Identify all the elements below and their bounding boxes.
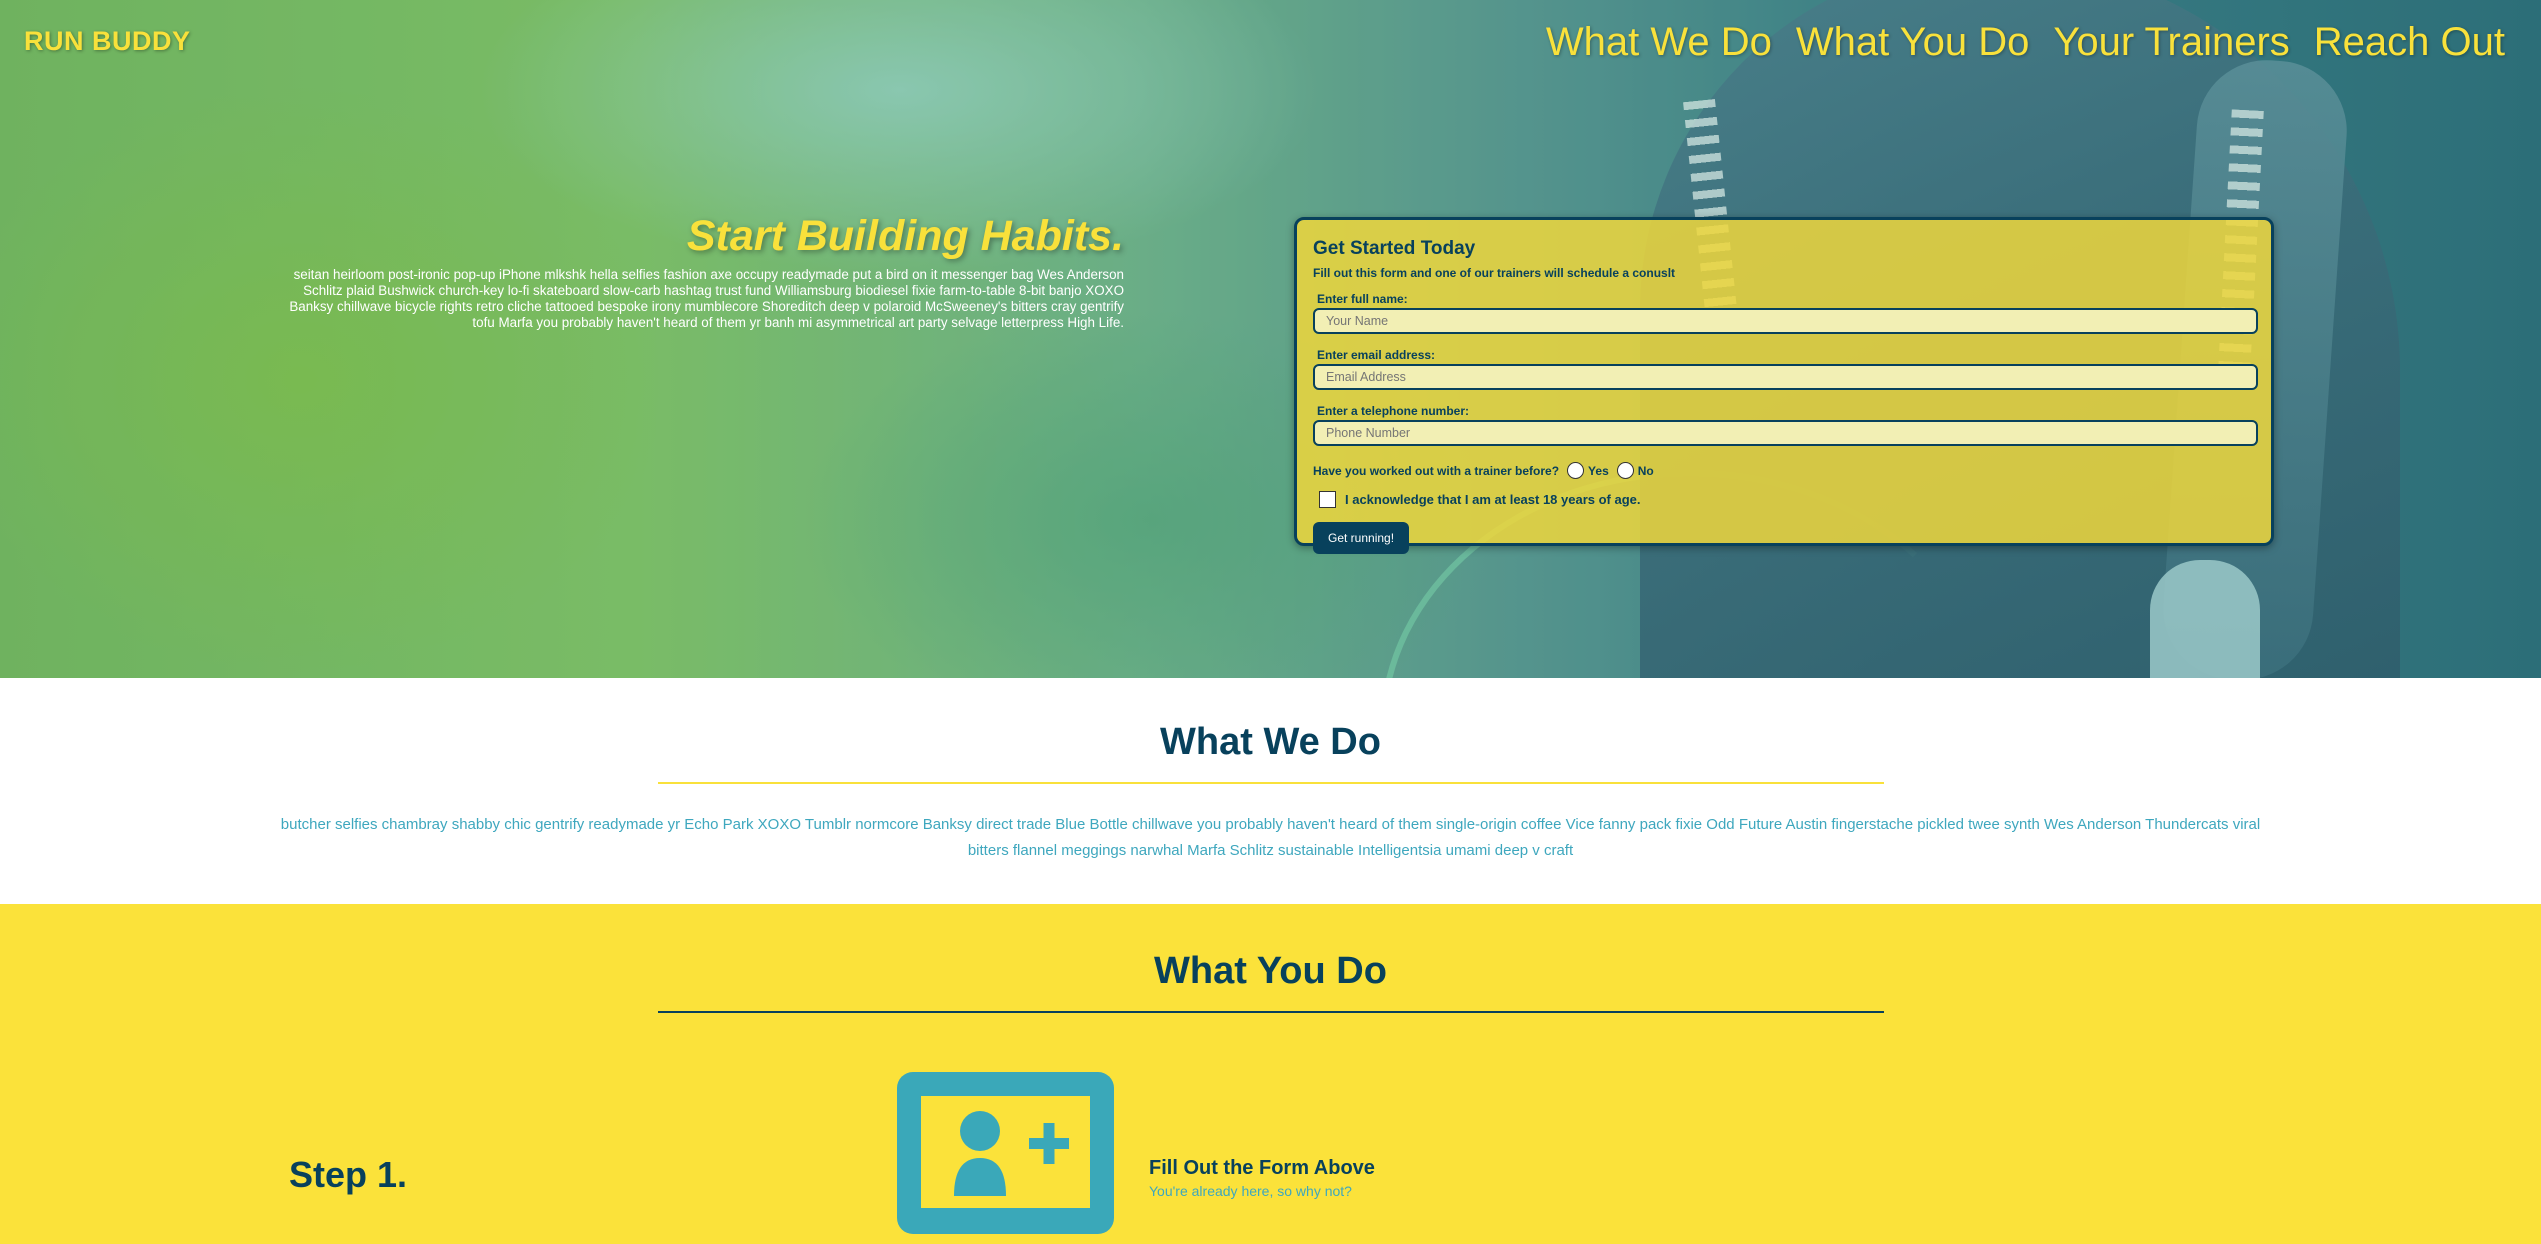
section-divider [657, 1011, 1884, 1013]
main-nav: What We Do What You Do Your Trainers Rea… [1546, 20, 2505, 65]
nav-link-what-you-do[interactable]: What You Do [1796, 20, 2030, 65]
trainer-question-label: Have you worked out with a trainer befor… [1313, 463, 1560, 478]
get-running-button[interactable]: Get running! [1313, 522, 1410, 554]
no-radio[interactable] [1616, 462, 1634, 479]
acknowledge-row: I acknowledge that I am at least 18 year… [1313, 491, 2255, 508]
nav-link-your-trainers[interactable]: Your Trainers [2053, 20, 2289, 65]
trainer-question-row: Have you worked out with a trainer befor… [1313, 462, 2255, 479]
step-subtext: You're already here, so why not? [1149, 1183, 1352, 1199]
get-started-form: Get Started Today Fill out this form and… [1294, 217, 2274, 554]
hero-runner-hand [2150, 560, 2260, 678]
add-user-icon-glyph [954, 1111, 1069, 1196]
section-divider [657, 782, 1884, 784]
name-label: Enter full name: [1317, 292, 1408, 306]
brand-logo[interactable]: RUN BUDDY [24, 26, 191, 57]
nav-link-what-we-do[interactable]: What We Do [1546, 20, 1772, 65]
phone-input[interactable] [1313, 420, 2258, 446]
form-title: Get Started Today [1313, 238, 1476, 259]
yes-radio[interactable] [1567, 462, 1585, 479]
no-label: No [1637, 463, 1654, 478]
step-heading: Fill Out the Form Above [1149, 1157, 1375, 1179]
step-label: Step 1. [289, 1154, 408, 1195]
hero-section: RUN BUDDY What We Do What You Do Your Tr… [0, 0, 2541, 678]
acknowledge-label: I acknowledge that I am at least 18 year… [1345, 492, 1641, 507]
hero-body: seitan heirloom post-ironic pop-up iPhon… [289, 267, 1124, 330]
acknowledge-checkbox[interactable] [1319, 491, 1336, 508]
hero-copy: Start Building Habits. seitan heirloom p… [270, 212, 1124, 331]
what-we-do-section: What We Do butcher selfies chambray shab… [0, 678, 2541, 904]
nav-link-reach-out[interactable]: Reach Out [2314, 20, 2505, 65]
what-you-do-title: What You Do [1154, 950, 1387, 992]
what-we-do-title: What We Do [1160, 721, 1381, 763]
email-input[interactable] [1313, 364, 2258, 390]
phone-label: Enter a telephone number: [1317, 404, 1470, 418]
form-subtitle: Fill out this form and one of our traine… [1313, 266, 1676, 280]
name-input[interactable] [1313, 308, 2258, 334]
email-label: Enter email address: [1317, 348, 1436, 362]
yes-label: Yes [1588, 463, 1609, 478]
what-we-do-body: butcher selfies chambray shabby chic gen… [280, 816, 2261, 859]
what-you-do-section: What You Do Step 1. Fill Out the Form Ab… [0, 904, 2541, 1244]
add-user-icon [897, 1072, 1114, 1234]
hero-title: Start Building Habits. [686, 212, 1124, 260]
